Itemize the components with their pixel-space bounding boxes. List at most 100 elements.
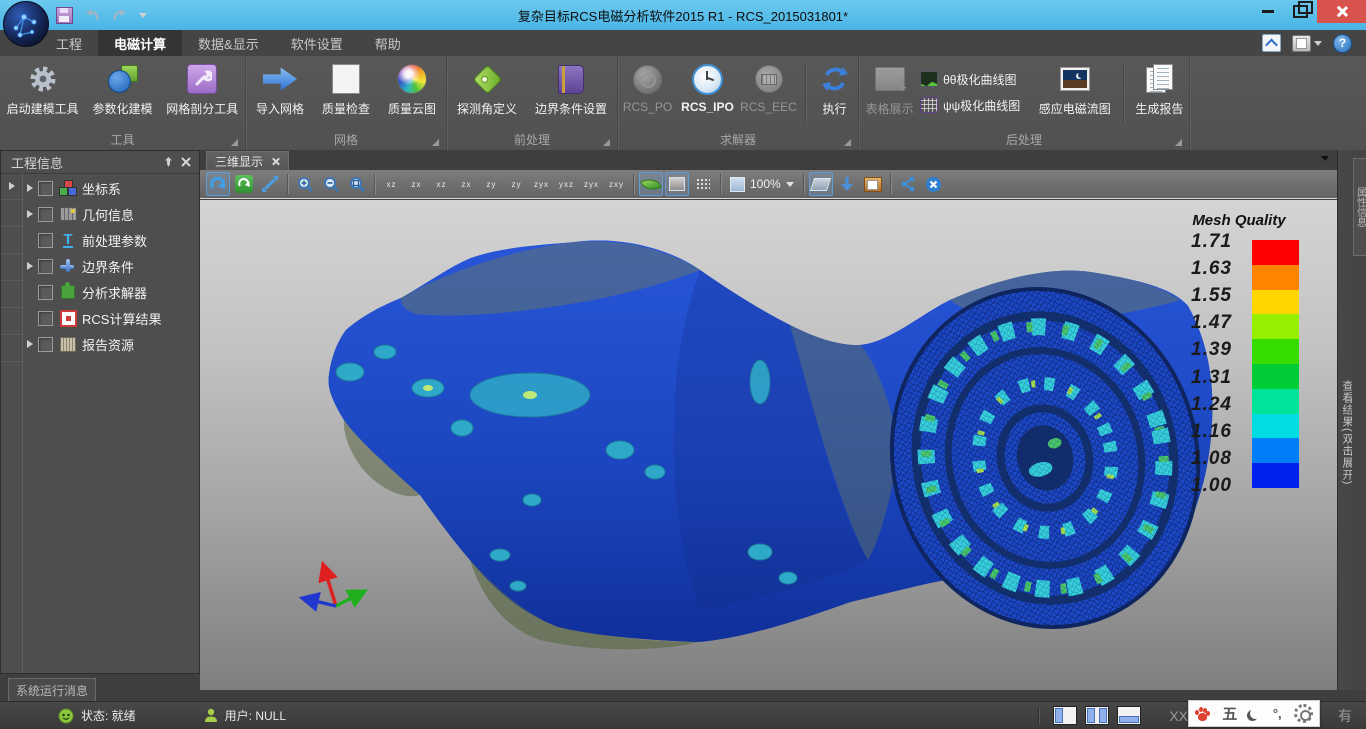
rcs-ipo-button[interactable]: RCS_IPO bbox=[677, 59, 739, 127]
viewport-3d[interactable] bbox=[200, 200, 1337, 690]
mesh-model-graphic bbox=[200, 200, 1337, 690]
quality-cloud-map-button[interactable]: 质量云图 bbox=[379, 59, 445, 127]
checkbox[interactable] bbox=[38, 311, 53, 326]
book-icon bbox=[558, 61, 584, 97]
menu-tab-data-display[interactable]: 数据&显示 bbox=[182, 30, 275, 56]
layout-bottom-panel-icon[interactable] bbox=[1117, 706, 1141, 725]
layout-left-panel-icon[interactable] bbox=[1053, 706, 1077, 725]
view-xz2-icon[interactable]: xz bbox=[430, 173, 453, 195]
close-view-icon[interactable] bbox=[922, 172, 946, 196]
mesh-points-icon[interactable] bbox=[691, 172, 715, 196]
ime-fullhalf-moon-icon[interactable] bbox=[1250, 708, 1261, 719]
system-message-tab[interactable]: 系统运行消息 bbox=[8, 678, 96, 702]
clip-plane-icon[interactable] bbox=[809, 172, 833, 196]
arrow-down-icon[interactable] bbox=[835, 172, 859, 196]
view-zy2-icon[interactable]: zy bbox=[505, 173, 528, 195]
fit-view-icon[interactable] bbox=[258, 172, 282, 196]
menu-tab-project[interactable]: 工程 bbox=[40, 30, 98, 56]
menu-tab-em-compute[interactable]: 电磁计算 bbox=[98, 30, 182, 56]
expander-icon[interactable] bbox=[27, 210, 33, 218]
clipboard-dropdown-icon[interactable] bbox=[1314, 41, 1322, 46]
export-image-icon[interactable] bbox=[861, 172, 885, 196]
tab-list-dropdown-icon[interactable] bbox=[1321, 156, 1329, 161]
collapse-ribbon-icon[interactable] bbox=[1262, 34, 1281, 52]
tree-item-report-resources[interactable]: 报告资源 bbox=[22, 331, 199, 357]
view-iso4-icon[interactable]: zxy bbox=[605, 173, 628, 195]
theta-polarization-curve-button[interactable]: θθ极化曲线图 bbox=[920, 69, 1033, 89]
menu-tab-help[interactable]: 帮助 bbox=[359, 30, 417, 56]
tree-item-coordinate-system[interactable]: 坐标系 bbox=[22, 175, 199, 201]
expander-icon[interactable] bbox=[27, 184, 33, 192]
gutter-expander[interactable] bbox=[1, 173, 22, 200]
view-iso2-icon[interactable]: yxz bbox=[555, 173, 578, 195]
solver-dialog-launcher-icon[interactable] bbox=[844, 139, 851, 146]
ime-paw-icon[interactable] bbox=[1195, 707, 1210, 721]
shaded-leaf-icon[interactable] bbox=[639, 172, 663, 196]
app-logo-icon[interactable] bbox=[3, 1, 49, 47]
ime-settings-gear-icon[interactable] bbox=[1294, 704, 1313, 723]
zoom-dropdown-icon[interactable] bbox=[786, 182, 794, 187]
refresh-view-icon[interactable] bbox=[232, 172, 256, 196]
view-xz-icon[interactable]: xz bbox=[380, 173, 403, 195]
project-tree: 坐标系 几何信息 T 前处理参数 边界条件 分析求解器 bbox=[22, 175, 199, 357]
zoom-level-control[interactable]: 100% bbox=[726, 173, 798, 195]
rotate-view-icon[interactable] bbox=[206, 172, 230, 196]
mesh-partition-tool-button[interactable]: 网格剖分工具 bbox=[160, 59, 245, 127]
tree-item-rcs-results[interactable]: RCS计算结果 bbox=[22, 305, 199, 331]
tree-item-analysis-solver[interactable]: 分析求解器 bbox=[22, 279, 199, 305]
checkbox[interactable] bbox=[38, 233, 53, 248]
restore-button[interactable] bbox=[1285, 0, 1315, 23]
report-pages-icon bbox=[1146, 61, 1172, 97]
close-button[interactable] bbox=[1317, 0, 1366, 23]
checkbox[interactable] bbox=[38, 259, 53, 274]
expander-icon[interactable] bbox=[27, 340, 33, 348]
tree-item-preprocess-params[interactable]: T 前处理参数 bbox=[22, 227, 199, 253]
view-results-side-tab[interactable]: 查看结果(双击展开) bbox=[1337, 150, 1353, 690]
detect-angle-button[interactable]: 探测角定义 bbox=[448, 59, 526, 127]
zoom-out-icon[interactable] bbox=[319, 172, 343, 196]
zoom-window-icon[interactable] bbox=[345, 172, 369, 196]
rcs-eec-button: RCS_EEC bbox=[739, 59, 799, 127]
clipboard-icon[interactable] bbox=[1292, 35, 1311, 52]
psi-polarization-curve-button[interactable]: ψψ极化曲线图 bbox=[920, 95, 1033, 115]
expander-icon[interactable] bbox=[27, 262, 33, 270]
view-zy-icon[interactable]: zy bbox=[480, 173, 503, 195]
execute-button[interactable]: 执行 bbox=[812, 59, 858, 127]
view-zx-icon[interactable]: zx bbox=[405, 173, 428, 195]
layout-both-panels-icon[interactable] bbox=[1085, 706, 1109, 725]
pin-icon[interactable] bbox=[159, 154, 177, 170]
help-icon[interactable]: ? bbox=[1333, 34, 1352, 53]
surface-display-icon[interactable] bbox=[665, 172, 689, 196]
induced-current-map-button[interactable]: 感应电磁流图 bbox=[1033, 59, 1117, 127]
checkbox[interactable] bbox=[38, 181, 53, 196]
panel-close-icon[interactable] bbox=[177, 154, 195, 170]
preprocess-dialog-launcher-icon[interactable] bbox=[603, 139, 610, 146]
tab-3d-display[interactable]: 三维显示 bbox=[206, 151, 289, 171]
parametric-modeling-button[interactable]: 参数化建模 bbox=[85, 59, 159, 127]
quality-check-button[interactable]: 质量检查 bbox=[313, 59, 379, 127]
minimize-button[interactable] bbox=[1253, 0, 1283, 23]
view-iso3-icon[interactable]: zyx bbox=[580, 173, 603, 195]
zoom-in-icon[interactable] bbox=[293, 172, 317, 196]
ime-punctuation-icon[interactable]: °, bbox=[1273, 706, 1282, 721]
menu-tab-settings[interactable]: 软件设置 bbox=[275, 30, 359, 56]
tools-dialog-launcher-icon[interactable] bbox=[231, 139, 238, 146]
tree-item-geometry-info[interactable]: 几何信息 bbox=[22, 201, 199, 227]
ime-mode-label[interactable]: 五 bbox=[1222, 703, 1237, 724]
boundary-condition-settings-button[interactable]: 边界条件设置 bbox=[526, 59, 616, 127]
share-icon[interactable] bbox=[896, 172, 920, 196]
tab-close-icon[interactable] bbox=[271, 157, 280, 166]
checkbox[interactable] bbox=[38, 337, 53, 352]
connector-icon bbox=[755, 61, 783, 97]
checkbox[interactable] bbox=[38, 285, 53, 300]
tree-item-boundary-conditions[interactable]: 边界条件 bbox=[22, 253, 199, 279]
import-mesh-button[interactable]: 导入网格 bbox=[247, 59, 313, 127]
postprocess-dialog-launcher-icon[interactable] bbox=[1175, 139, 1182, 146]
properties-side-tab[interactable]: 属性信息 bbox=[1353, 158, 1366, 256]
view-iso1-icon[interactable]: zyx bbox=[530, 173, 553, 195]
view-zx2-icon[interactable]: zx bbox=[455, 173, 478, 195]
generate-report-button[interactable]: 生成报告 bbox=[1130, 59, 1189, 127]
checkbox[interactable] bbox=[38, 207, 53, 222]
launch-modeling-tool-button[interactable]: 启动建模工具 bbox=[0, 59, 85, 127]
mesh-dialog-launcher-icon[interactable] bbox=[432, 139, 439, 146]
